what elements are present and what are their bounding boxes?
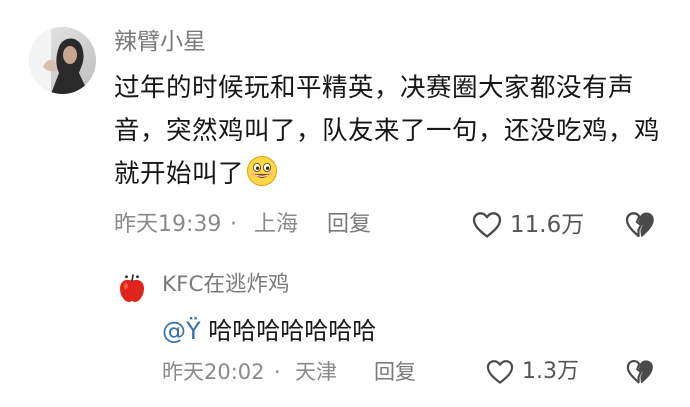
meta-separator: · <box>230 212 237 237</box>
reply-username[interactable]: KFC在逃炸鸡 <box>162 270 289 300</box>
reply-button[interactable]: 回复 <box>374 355 416 389</box>
reply-meta: 昨天20:02 · 天津 回复 <box>162 355 682 389</box>
comment-location: 上海 <box>254 212 299 237</box>
comment-text: 过年的时候玩和平精英，决赛圈大家都没有声音，突然鸡叫了，队友来了一句，还没吃鸡，… <box>114 67 674 196</box>
comment-body: 过年的时候玩和平精英，决赛圈大家都没有声音，突然鸡叫了，队友来了一句，还没吃鸡，… <box>114 73 661 189</box>
mention-link[interactable]: @Ÿ <box>162 317 201 345</box>
reply-body: 哈哈哈哈哈哈哈 <box>200 317 377 345</box>
reply-user-avatar[interactable] <box>114 270 150 306</box>
reply-like-count: 1.3万 <box>522 359 579 384</box>
like-button[interactable]: 11.6万 <box>472 208 584 242</box>
meta-separator: · <box>274 360 281 384</box>
reply-like-button[interactable]: 1.3万 <box>486 355 579 389</box>
comment-time: 昨天19:39 <box>114 212 222 237</box>
grinning-face-emoji-icon <box>246 155 278 187</box>
reply-button[interactable]: 回复 <box>327 208 371 242</box>
red-apple-avatar-icon <box>114 270 150 306</box>
heart-outline-icon <box>472 212 502 238</box>
sub-reply: KFC在逃炸鸡 @Ÿ 哈哈哈哈哈哈哈 昨天20:02 · 天津 回复 1.3万 <box>114 262 690 407</box>
avatar-photo <box>29 27 96 94</box>
username[interactable]: 辣臂小星 <box>114 27 206 57</box>
reply-location: 天津 <box>295 360 337 384</box>
reply-time: 昨天20:02 <box>162 360 265 384</box>
reply-text: @Ÿ 哈哈哈哈哈哈哈 <box>162 314 376 348</box>
reply-dislike-button[interactable] <box>626 358 654 386</box>
broken-heart-icon <box>626 360 653 384</box>
user-avatar[interactable] <box>29 27 96 94</box>
heart-outline-icon <box>486 360 514 384</box>
broken-heart-icon <box>625 212 654 238</box>
dislike-button[interactable] <box>625 210 655 240</box>
comment-meta: 昨天19:39 · 上海 回复 <box>114 208 674 242</box>
like-count: 11.6万 <box>510 212 585 238</box>
